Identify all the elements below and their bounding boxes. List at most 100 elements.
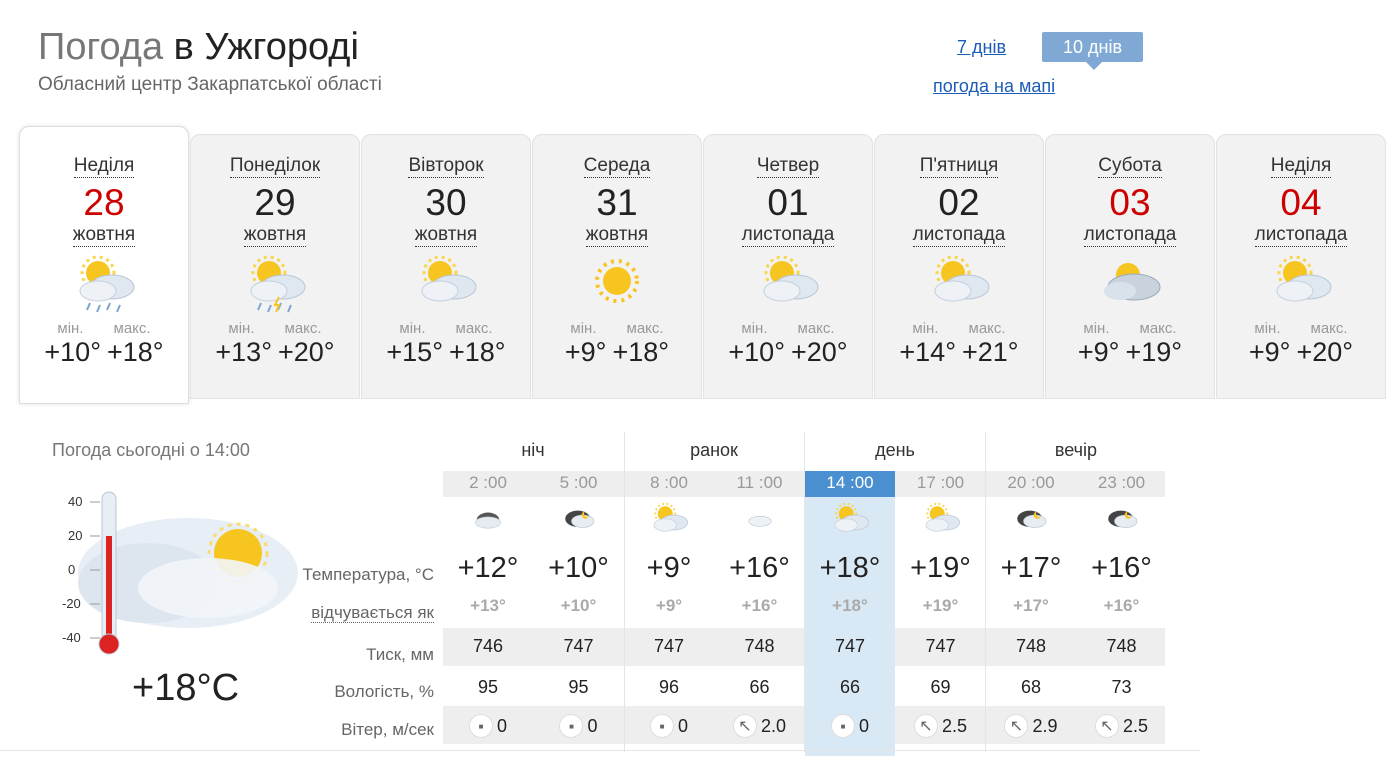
hour-feels-like: +13° xyxy=(470,596,506,615)
day-tab[interactable]: Вівторок 30 жовтня мін. макс. +15° +18° xyxy=(361,134,531,399)
hour-wind: ↖ 2.9 xyxy=(986,714,1076,738)
day-weather-icon xyxy=(875,247,1043,319)
hour-wind: ■ 0 xyxy=(805,714,895,738)
max-temperature: +20° xyxy=(791,337,848,367)
wind-speed: 2.5 xyxy=(941,715,968,736)
day-date: 31 xyxy=(596,182,638,223)
wind-speed: 0 xyxy=(677,715,688,736)
day-month: жовтня xyxy=(585,224,649,247)
scale-tick-label: 40 xyxy=(68,494,82,509)
cloudy-night-moon-icon xyxy=(1017,510,1047,528)
day-tab[interactable]: Неділя 28 жовтня мін. макс. +10° +18° xyxy=(19,126,189,404)
current-temperature: +18°C xyxy=(132,667,240,709)
title-prefix: Погода xyxy=(38,26,164,68)
day-weather-icon xyxy=(704,247,872,319)
day-tab[interactable]: П'ятниця 02 листопада мін. макс. +14° +21° xyxy=(874,134,1044,399)
wind-direction-icon: ↖ xyxy=(913,714,938,738)
partly-cloudy-light-rain-icon xyxy=(79,255,135,313)
day-tab[interactable]: Середа 31 жовтня мін. макс. +9° +18° xyxy=(532,134,702,399)
max-temperature: +18° xyxy=(107,337,164,367)
hour-temperature: +17° xyxy=(1000,552,1062,584)
hour-weather-icon xyxy=(896,500,986,540)
min-temperature: +9° xyxy=(564,337,607,367)
hour-feels-like: +16° xyxy=(1103,596,1140,615)
day-month: листопада xyxy=(912,224,1006,247)
hour-time: 5 :00 xyxy=(559,473,598,492)
day-tab[interactable]: Понеділок 29 жовтня мін. макс. +13° +20° xyxy=(190,134,360,399)
hour-feels-like: +10° xyxy=(560,596,597,615)
day-name: Середа xyxy=(583,155,651,178)
min-label: мін. xyxy=(57,320,84,337)
day-date: 04 xyxy=(1280,182,1322,223)
hour-humidity: 66 xyxy=(839,677,861,697)
max-temperature: +20° xyxy=(1296,337,1354,367)
hour-time: 20 :00 xyxy=(1007,473,1055,492)
min-temperature: +10° xyxy=(728,337,785,367)
partly-cloudy-icon xyxy=(763,255,819,302)
min-label: мін. xyxy=(741,320,768,337)
hour-temperature: +18° xyxy=(819,552,881,584)
min-temperature: +13° xyxy=(215,337,272,367)
hour-pressure: 748 xyxy=(1015,636,1047,656)
seven-days-link[interactable]: 7 днів xyxy=(957,37,1006,58)
wind-direction-icon: ■ xyxy=(559,714,584,738)
max-temperature: +18° xyxy=(612,337,670,367)
min-temperature: +9° xyxy=(1077,337,1120,367)
wind-direction-icon: ■ xyxy=(468,714,493,738)
ten-days-button[interactable]: 10 днів xyxy=(1042,32,1143,70)
wind-direction-icon: ■ xyxy=(649,714,674,738)
page-subtitle: Обласний центр Закарпатської області xyxy=(38,74,382,95)
partly-cloudy-rain-icon xyxy=(250,255,306,313)
hour-time: 11 :00 xyxy=(736,473,783,492)
hour-temperature: +12° xyxy=(457,552,519,584)
hour-humidity: 73 xyxy=(1111,677,1132,697)
hour-weather-icon xyxy=(715,500,805,540)
hour-temperature: +10° xyxy=(548,552,609,584)
max-temperature: +18° xyxy=(449,337,506,367)
day-month: листопада xyxy=(1083,224,1177,247)
day-tab[interactable]: Четвер 01 листопада мін. макс. +10° +20° xyxy=(703,134,873,399)
cloudy-night-moon-icon xyxy=(1107,510,1137,528)
weather-map-link[interactable]: погода на мапі xyxy=(933,76,1055,97)
hour-pressure: 747 xyxy=(563,636,594,656)
hour-temperature: +19° xyxy=(910,552,971,584)
scale-tick-label: -20 xyxy=(62,596,81,611)
scale-tick-label: 0 xyxy=(68,562,75,577)
day-weather-icon xyxy=(533,247,701,319)
partly-cloudy-icon xyxy=(1276,255,1332,302)
day-month: жовтня xyxy=(72,224,136,247)
wind-speed: 0 xyxy=(496,715,507,736)
max-temperature: +19° xyxy=(1125,337,1183,367)
day-weather-icon xyxy=(1046,247,1214,319)
day-tab[interactable]: Субота 03 листопада мін. макс. +9° +19° xyxy=(1045,134,1215,399)
period-day: день xyxy=(875,440,915,460)
sun-icon xyxy=(595,259,639,303)
day-name: Четвер xyxy=(756,155,820,178)
hour-wind: ■ 0 xyxy=(534,714,624,738)
pressure-row-label: Тиск, мм xyxy=(366,645,434,664)
max-label: макс. xyxy=(968,320,1006,337)
hour-feels-like: +19° xyxy=(922,596,959,615)
min-label: мін. xyxy=(1083,320,1110,337)
title-city: в Ужгороді xyxy=(173,26,359,68)
humidity-row-label: Вологість, % xyxy=(334,682,434,701)
current-weather-panel: 40 20 0 -20 -40 xyxy=(38,488,298,668)
hour-weather-icon xyxy=(1077,500,1167,540)
hour-temperature: +16° xyxy=(729,552,790,584)
partly-cloudy-icon xyxy=(925,502,960,532)
day-name: П'ятниця xyxy=(919,155,999,178)
partly-cloudy-icon xyxy=(421,255,477,302)
day-name: Субота xyxy=(1098,155,1162,178)
hour-time: 23 :00 xyxy=(1097,473,1146,492)
day-weather-icon xyxy=(20,247,188,319)
hour-pressure: 747 xyxy=(925,636,956,656)
hour-humidity: 68 xyxy=(1020,677,1042,697)
wind-direction-icon: ■ xyxy=(830,714,855,738)
hour-weather-icon xyxy=(534,500,624,540)
hour-pressure: 747 xyxy=(653,636,685,656)
feels-like-row-label[interactable]: відчувається як xyxy=(311,603,434,623)
wind-speed: 0 xyxy=(587,715,598,736)
wind-speed: 2.0 xyxy=(760,715,787,736)
day-weather-icon xyxy=(1217,247,1385,319)
day-tab[interactable]: Неділя 04 листопада мін. макс. +9° +20° xyxy=(1216,134,1386,399)
